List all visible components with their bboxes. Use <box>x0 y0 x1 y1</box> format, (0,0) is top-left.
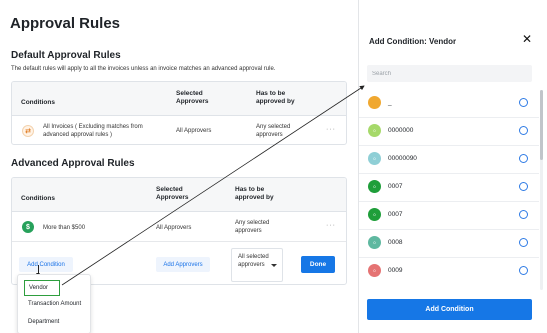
col-selected-approvers: Selected Approvers <box>176 90 209 105</box>
radio-button[interactable] <box>519 126 528 135</box>
transaction-icon: ⇄ <box>22 125 34 137</box>
option-label: 0000000 <box>388 127 414 134</box>
menu-item-department[interactable]: Department <box>18 314 90 330</box>
col-approved-by: Has to be approved by <box>235 186 274 201</box>
option-label: 0007 <box>388 183 403 190</box>
list-item[interactable]: _ <box>359 89 539 117</box>
avatar: 0 <box>368 124 381 137</box>
table-header: Conditions Selected Approvers Has to be … <box>12 178 346 212</box>
col-selected-approvers: Selected Approvers <box>156 186 189 201</box>
chevron-down-icon <box>271 264 277 267</box>
menu-item-transaction-amount[interactable]: Transaction Amount <box>18 296 90 312</box>
advanced-rules-table: Conditions Selected Approvers Has to be … <box>11 177 347 285</box>
radio-button[interactable] <box>519 210 528 219</box>
option-label: 0009 <box>388 267 403 274</box>
more-options-button[interactable]: ··· <box>326 126 336 133</box>
option-label: 00000090 <box>388 155 417 162</box>
option-label: 0007 <box>388 211 403 218</box>
default-rules-title: Default Approval Rules <box>11 50 121 61</box>
col-conditions: Conditions <box>21 195 55 202</box>
table-header: Conditions Selected Approvers Has to be … <box>12 82 346 116</box>
radio-button[interactable] <box>519 154 528 163</box>
approved-by-text: Any selected approvers <box>256 124 291 138</box>
scrollbar[interactable] <box>540 90 543 290</box>
arrow-icon <box>36 265 40 276</box>
row-divider <box>12 241 346 242</box>
condition-text: More than $500 <box>43 225 86 231</box>
add-condition-submit-button[interactable]: Add Condition <box>367 299 532 320</box>
add-condition-panel: Add Condition: Vendor ✕ _ 0 0000000 0 00… <box>359 0 547 333</box>
radio-button[interactable] <box>519 182 528 191</box>
avatar <box>368 96 381 109</box>
scrollbar-thumb[interactable] <box>540 90 543 160</box>
page-title: Approval Rules <box>10 15 121 32</box>
add-approvers-button[interactable]: Add Approvers <box>156 257 210 272</box>
radio-button[interactable] <box>519 238 528 247</box>
list-item[interactable]: 0 00000090 <box>359 145 539 173</box>
more-options-button[interactable]: ··· <box>326 222 336 229</box>
done-button[interactable]: Done <box>301 256 335 273</box>
radio-button[interactable] <box>519 266 528 275</box>
option-label: 0008 <box>388 239 403 246</box>
search-input[interactable] <box>367 65 532 82</box>
col-conditions: Conditions <box>21 99 55 106</box>
list-item[interactable]: 0 0007 <box>359 201 539 229</box>
avatar: 0 <box>368 180 381 193</box>
default-rules-table: Conditions Selected Approvers Has to be … <box>11 81 347 145</box>
avatar: 0 <box>368 152 381 165</box>
list-item[interactable]: 0 0000000 <box>359 117 539 145</box>
panel-title: Add Condition: Vendor <box>369 37 457 46</box>
approved-by-text: Any selected approvers <box>235 220 270 234</box>
option-label: _ <box>388 99 392 106</box>
close-icon[interactable]: ✕ <box>521 33 533 45</box>
radio-button[interactable] <box>519 98 528 107</box>
approved-by-select[interactable]: All selected approvers <box>231 248 283 282</box>
approvers-text: All Approvers <box>176 128 212 134</box>
approved-by-select-value: All selected approvers <box>238 254 269 268</box>
avatar: 0 <box>368 208 381 221</box>
condition-text: All Invoices ( Excluding matches from ad… <box>43 124 143 138</box>
list-item[interactable]: 0 0007 <box>359 173 539 201</box>
dollar-icon: $ <box>22 221 34 233</box>
avatar: 0 <box>368 236 381 249</box>
default-rules-subtitle: The default rules will apply to all the … <box>11 66 276 72</box>
condition-type-menu: Vendor Transaction Amount Department <box>17 274 91 333</box>
advanced-rules-title: Advanced Approval Rules <box>11 158 135 169</box>
approvers-text: All Approvers <box>156 225 192 231</box>
menu-item-vendor[interactable]: Vendor <box>24 280 60 296</box>
col-approved-by: Has to be approved by <box>256 90 295 105</box>
avatar: 0 <box>368 264 381 277</box>
approval-rules-page: Approval Rules Default Approval Rules Th… <box>0 0 358 333</box>
list-item[interactable]: 0 0008 <box>359 229 539 257</box>
list-item[interactable]: 0 0009 <box>359 257 539 285</box>
add-condition-button[interactable]: Add Condition <box>19 257 73 272</box>
